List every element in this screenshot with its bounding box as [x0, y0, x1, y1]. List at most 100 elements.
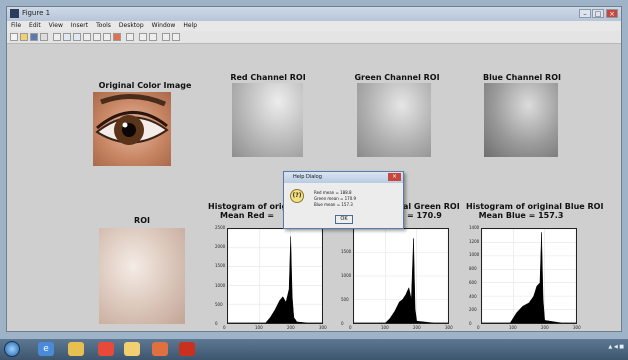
menu-window[interactable]: Window: [148, 21, 180, 31]
y-tick-label: 0: [215, 321, 218, 326]
y-tick-label: 500: [341, 297, 349, 302]
matlab-icon[interactable]: [152, 342, 168, 356]
dialog-close-button[interactable]: ×: [388, 173, 401, 181]
histogram-red-axes: [227, 228, 323, 324]
y-tick-label: 600: [469, 279, 477, 285]
menu-tools[interactable]: Tools: [92, 21, 115, 31]
zoom-in-icon[interactable]: [63, 33, 71, 41]
x-tick-label: 0: [349, 325, 352, 330]
hist-red-title: Histogram of original: [208, 202, 304, 211]
y-tick-label: 1200: [469, 238, 480, 244]
y-tick-label: 1000: [215, 282, 226, 288]
x-tick-label: 0: [223, 325, 226, 330]
hist-green-title: al Green ROI: [403, 202, 460, 211]
window-title: Figure 1: [22, 9, 51, 17]
dialog-red-mean: Red mean = 188.8: [314, 190, 352, 195]
y-tick-label: 2000: [215, 244, 226, 250]
legend-icon[interactable]: [149, 33, 157, 41]
zoom-out-icon[interactable]: [73, 33, 81, 41]
brush-icon[interactable]: [113, 33, 121, 41]
menu-insert[interactable]: Insert: [67, 21, 92, 31]
hide-tools-icon[interactable]: [162, 33, 170, 41]
acrobat-icon[interactable]: [179, 342, 195, 356]
x-tick-label: 200: [413, 325, 421, 330]
hist-red-mean: Mean Red =: [220, 211, 275, 220]
edit-plot-icon[interactable]: [53, 33, 61, 41]
roi-color-image: [99, 228, 185, 324]
pan-icon[interactable]: [83, 33, 91, 41]
x-tick-label: 300: [445, 325, 453, 330]
histogram-blue-axes: [481, 228, 577, 324]
histogram-plot: [228, 229, 322, 323]
help-dialog: Help Dialog × (?) Red mean = 188.8 Green…: [283, 171, 404, 229]
folder-icon[interactable]: [68, 342, 84, 356]
hist-green-mean: = 170.9: [407, 211, 442, 220]
ie-icon[interactable]: e: [38, 342, 54, 356]
blue-roi-title: Blue Channel ROI: [483, 73, 561, 82]
hist-blue-mean: Mean Blue = 157.3: [478, 211, 564, 220]
x-tick-label: 300: [573, 325, 581, 330]
original-image-title: Original Color Image: [98, 81, 192, 90]
dialog-green-mean: Green mean = 170.9: [314, 196, 357, 201]
histogram-plot: [354, 229, 448, 323]
ok-button[interactable]: OK: [335, 215, 353, 224]
y-tick-label: 800: [469, 266, 477, 272]
histogram-area: [354, 238, 448, 323]
rotate-icon[interactable]: [93, 33, 101, 41]
y-tick-label: 0: [469, 321, 472, 326]
histogram-plot: [482, 229, 576, 323]
x-tick-label: 100: [509, 325, 517, 330]
minimize-button[interactable]: –: [579, 9, 591, 18]
x-tick-label: 100: [255, 325, 263, 330]
maximize-button[interactable]: □: [592, 9, 604, 18]
y-tick-label: 1000: [469, 252, 480, 258]
figure-toolbar: [7, 31, 621, 44]
y-tick-label: 500: [215, 301, 223, 307]
original-eye-image: [93, 92, 171, 166]
print-icon[interactable]: [40, 33, 48, 41]
red-roi-title: Red Channel ROI: [230, 73, 306, 82]
colorbar-icon[interactable]: [139, 33, 147, 41]
menu-help[interactable]: Help: [179, 21, 201, 31]
open-file-icon[interactable]: [20, 33, 28, 41]
system-tray[interactable]: ▲ ◀ ■: [608, 344, 624, 350]
help-icon: (?): [290, 189, 304, 203]
explorer-icon[interactable]: [124, 342, 140, 356]
y-tick-label: 2500: [215, 225, 226, 230]
dialog-title: Help Dialog: [293, 174, 322, 180]
roi-title: ROI: [134, 216, 150, 225]
dialog-blue-mean: Blue mean = 157.3: [314, 202, 353, 207]
save-icon[interactable]: [30, 33, 38, 41]
y-tick-label: 200: [469, 307, 477, 313]
green-channel-roi-image: [357, 83, 431, 157]
hist-blue-title: Histogram of original Blue ROI: [466, 202, 604, 211]
figure-icon: [10, 9, 19, 18]
x-tick-label: 200: [287, 325, 295, 330]
link-icon[interactable]: [126, 33, 134, 41]
dialog-title-bar[interactable]: Help Dialog ×: [284, 172, 403, 183]
close-button[interactable]: ×: [606, 9, 618, 18]
x-tick-label: 200: [541, 325, 549, 330]
histogram-area: [228, 236, 322, 323]
y-tick-label: 1500: [215, 263, 226, 269]
menu-view[interactable]: View: [45, 21, 67, 31]
menu-file[interactable]: File: [7, 21, 25, 31]
new-figure-icon[interactable]: [10, 33, 18, 41]
chrome-icon[interactable]: [98, 342, 114, 356]
x-tick-label: 300: [319, 325, 327, 330]
menu-edit[interactable]: Edit: [25, 21, 45, 31]
menu-desktop[interactable]: Desktop: [115, 21, 148, 31]
taskbar: e ▲ ◀ ■: [0, 339, 628, 360]
y-tick-label: 1500: [341, 249, 352, 254]
figure-window: Figure 1 – □ × File Edit View Insert Too…: [6, 6, 622, 332]
show-tools-icon[interactable]: [172, 33, 180, 41]
y-tick-label: 1400: [469, 225, 480, 230]
y-tick-label: 0: [341, 321, 344, 326]
data-cursor-icon[interactable]: [103, 33, 111, 41]
blue-channel-roi-image: [484, 83, 558, 157]
x-tick-label: 100: [381, 325, 389, 330]
title-bar[interactable]: Figure 1 – □ ×: [7, 7, 621, 21]
green-roi-title: Green Channel ROI: [354, 73, 440, 82]
start-button[interactable]: [4, 341, 20, 357]
x-tick-label: 0: [477, 325, 480, 330]
